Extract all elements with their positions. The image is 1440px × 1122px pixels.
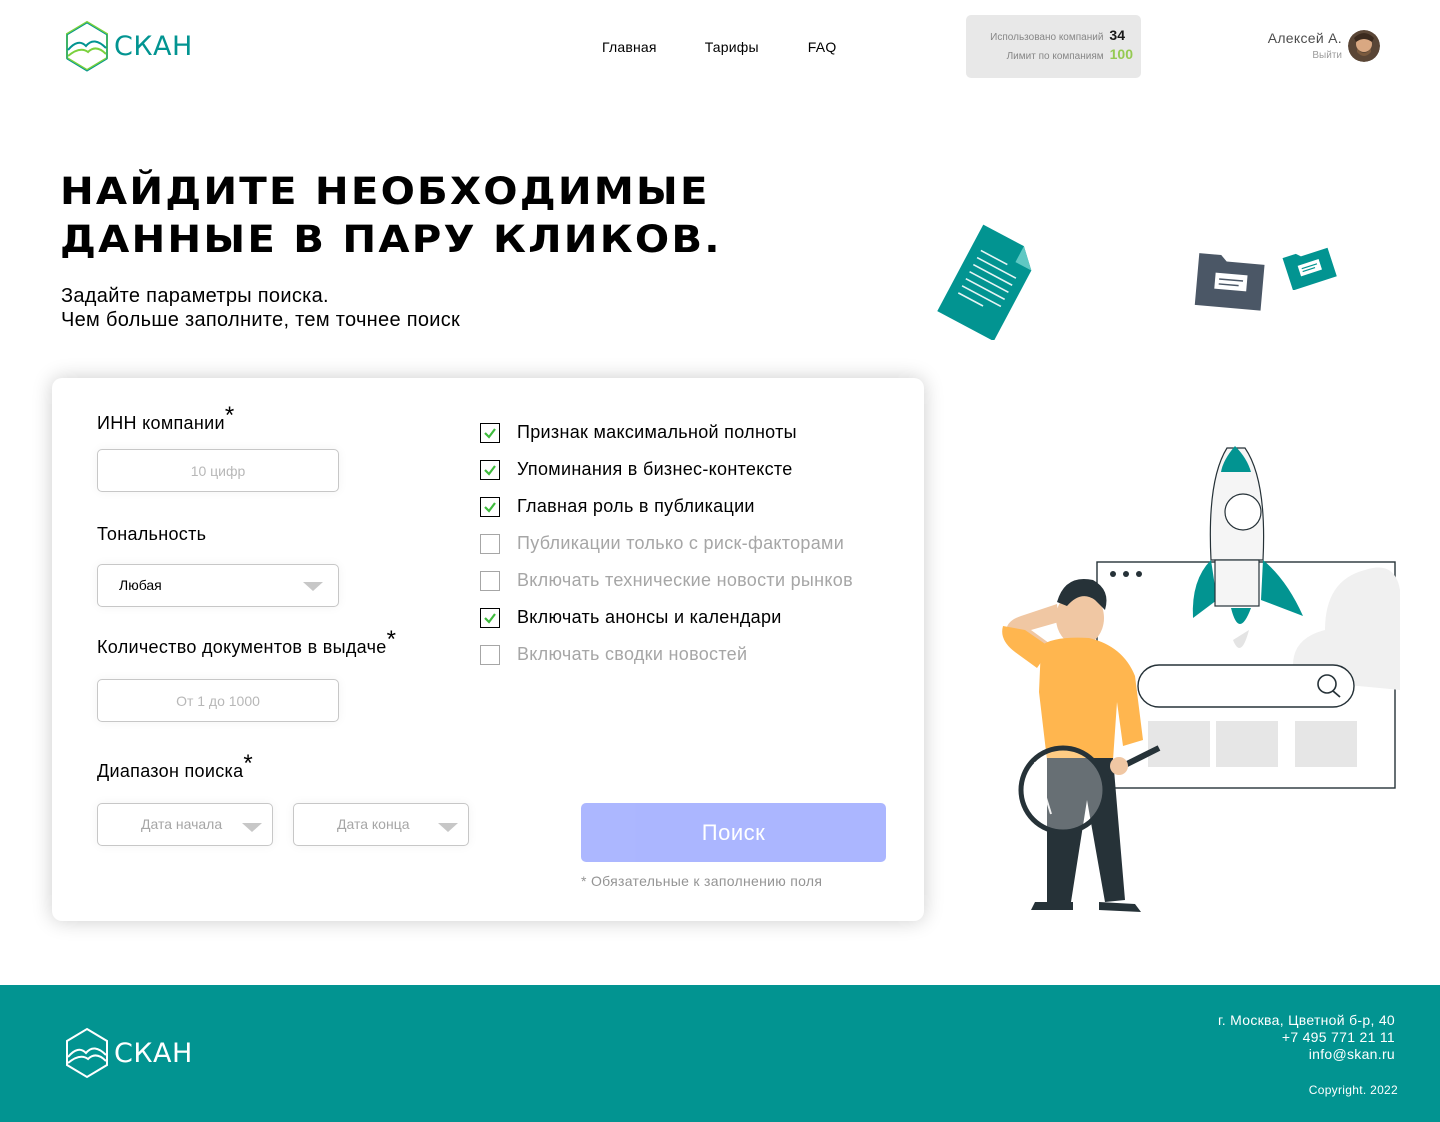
footer-logo-text: СКАН — [114, 1037, 193, 1069]
checkbox-label: Главная роль в публикации — [517, 496, 755, 516]
used-companies-value: 34 — [1109, 27, 1125, 43]
company-limit-value: 100 — [1109, 46, 1133, 62]
checkbox-label: Публикации только с риск-факторами — [517, 533, 845, 553]
checkbox-box[interactable] — [480, 607, 500, 628]
date-start-placeholder: Дата начала — [141, 816, 223, 832]
search-man-illustration — [1002, 446, 1400, 912]
checkbox-tech-news[interactable]: Включать технические новости рынков — [480, 562, 853, 599]
footer-logo[interactable]: СКАН — [64, 1027, 193, 1079]
chevron-down-icon — [242, 823, 262, 832]
inn-label: ИНН компании* — [97, 402, 235, 433]
date-end-placeholder: Дата конца — [337, 816, 410, 832]
document-illustration — [937, 224, 1032, 340]
user-block: Алексей А. Выйти — [1268, 30, 1380, 62]
options-checklist: Признак максимальной полноты Упоминания … — [480, 414, 853, 673]
required-mark: * — [224, 402, 235, 429]
subtitle-line2: Чем больше заполните, тем точнее поиск — [61, 309, 461, 331]
required-fields-note: * Обязательные к заполнению поля — [581, 873, 823, 889]
folder-dark-illustration — [1194, 253, 1265, 311]
nav-faq[interactable]: FAQ — [808, 39, 837, 55]
checkbox-label: Включать анонсы и календари — [517, 607, 782, 627]
logo-text: СКАН — [114, 30, 193, 62]
chevron-down-icon — [438, 823, 458, 832]
page-title-line1: Найдите необходимые — [60, 170, 710, 213]
checkbox-news-digests[interactable]: Включать сводки новостей — [480, 636, 853, 673]
docs-count-label: Количество документов в выдаче* — [97, 626, 397, 657]
header: СКАН Главная Тарифы FAQ Использовано ком… — [0, 0, 1440, 93]
footer-contacts: г. Москва, Цветной б-р, 40 +7 495 771 21… — [1218, 1012, 1395, 1063]
date-range-label: Диапазон поиска* — [97, 750, 254, 781]
footer-address: г. Москва, Цветной б-р, 40 — [1218, 1012, 1395, 1028]
search-button[interactable]: Поиск — [581, 803, 886, 862]
checkbox-label: Признак максимальной полноты — [517, 422, 797, 442]
checkbox-label: Упоминания в бизнес-контексте — [517, 459, 793, 479]
required-mark: * — [386, 626, 397, 653]
footer-phone[interactable]: +7 495 771 21 11 — [1218, 1029, 1395, 1046]
nav-tariffs[interactable]: Тарифы — [705, 39, 759, 55]
company-limit-label: Лимит по компаниям — [1006, 51, 1104, 62]
checkbox-box[interactable] — [480, 570, 500, 591]
footer: СКАН г. Москва, Цветной б-р, 40 +7 495 7… — [0, 985, 1440, 1122]
nav-home[interactable]: Главная — [602, 39, 657, 55]
checkbox-announcements[interactable]: Включать анонсы и календари — [480, 599, 853, 636]
used-companies-label: Использовано компаний — [990, 32, 1104, 43]
avatar[interactable] — [1348, 30, 1380, 62]
footer-copyright: Copyright. 2022 — [1308, 1083, 1398, 1097]
logo-icon — [66, 20, 108, 72]
company-limit-row: Лимит по компаниям 100 — [1007, 46, 1133, 62]
footer-email[interactable]: info@skan.ru — [1218, 1046, 1395, 1063]
checkbox-box[interactable] — [480, 644, 500, 665]
page-title: Найдите необходимые данные в пару кликов… — [60, 168, 823, 264]
user-name: Алексей А. — [1267, 30, 1342, 46]
tone-select-value: Любая — [119, 577, 162, 593]
checkbox-box[interactable] — [480, 459, 500, 480]
tone-select[interactable]: Любая — [97, 564, 339, 607]
logo-icon — [66, 1027, 108, 1079]
page-title-line2: данные в пару кликов. — [60, 218, 722, 261]
date-start-select[interactable]: Дата начала — [97, 803, 273, 846]
logo[interactable]: СКАН — [64, 20, 193, 72]
docs-count-input[interactable] — [97, 679, 339, 722]
page-subtitle: Задайте параметры поиска. Чем больше зап… — [61, 284, 460, 332]
tone-label: Тональность — [97, 524, 207, 544]
used-companies-row: Использовано компаний 34 — [990, 27, 1125, 43]
checkbox-label: Включать сводки новостей — [517, 644, 748, 664]
checkbox-main-role[interactable]: Главная роль в публикации — [480, 488, 853, 525]
logout-button[interactable]: Выйти — [1312, 50, 1342, 61]
checkbox-box[interactable] — [480, 496, 500, 517]
checkbox-box[interactable] — [480, 422, 500, 443]
inn-input[interactable] — [97, 449, 339, 492]
search-form-card: ИНН компании* Тональность Любая Количест… — [52, 378, 924, 921]
checkbox-box[interactable] — [480, 533, 500, 554]
date-end-select[interactable]: Дата конца — [293, 803, 469, 846]
required-mark: * — [243, 750, 254, 777]
limits-panel: Использовано компаний 34 Лимит по компан… — [966, 15, 1141, 78]
chevron-down-icon — [303, 582, 323, 591]
main-nav: Главная Тарифы FAQ — [602, 39, 836, 55]
checkbox-business-context[interactable]: Упоминания в бизнес-контексте — [480, 451, 853, 488]
folder-teal-illustration — [1282, 247, 1337, 290]
checkbox-label: Включать технические новости рынков — [517, 570, 853, 590]
subtitle-line1: Задайте параметры поиска. — [61, 285, 329, 307]
checkbox-max-completeness[interactable]: Признак максимальной полноты — [480, 414, 853, 451]
checkbox-risk-factors[interactable]: Публикации только с риск-факторами — [480, 525, 853, 562]
